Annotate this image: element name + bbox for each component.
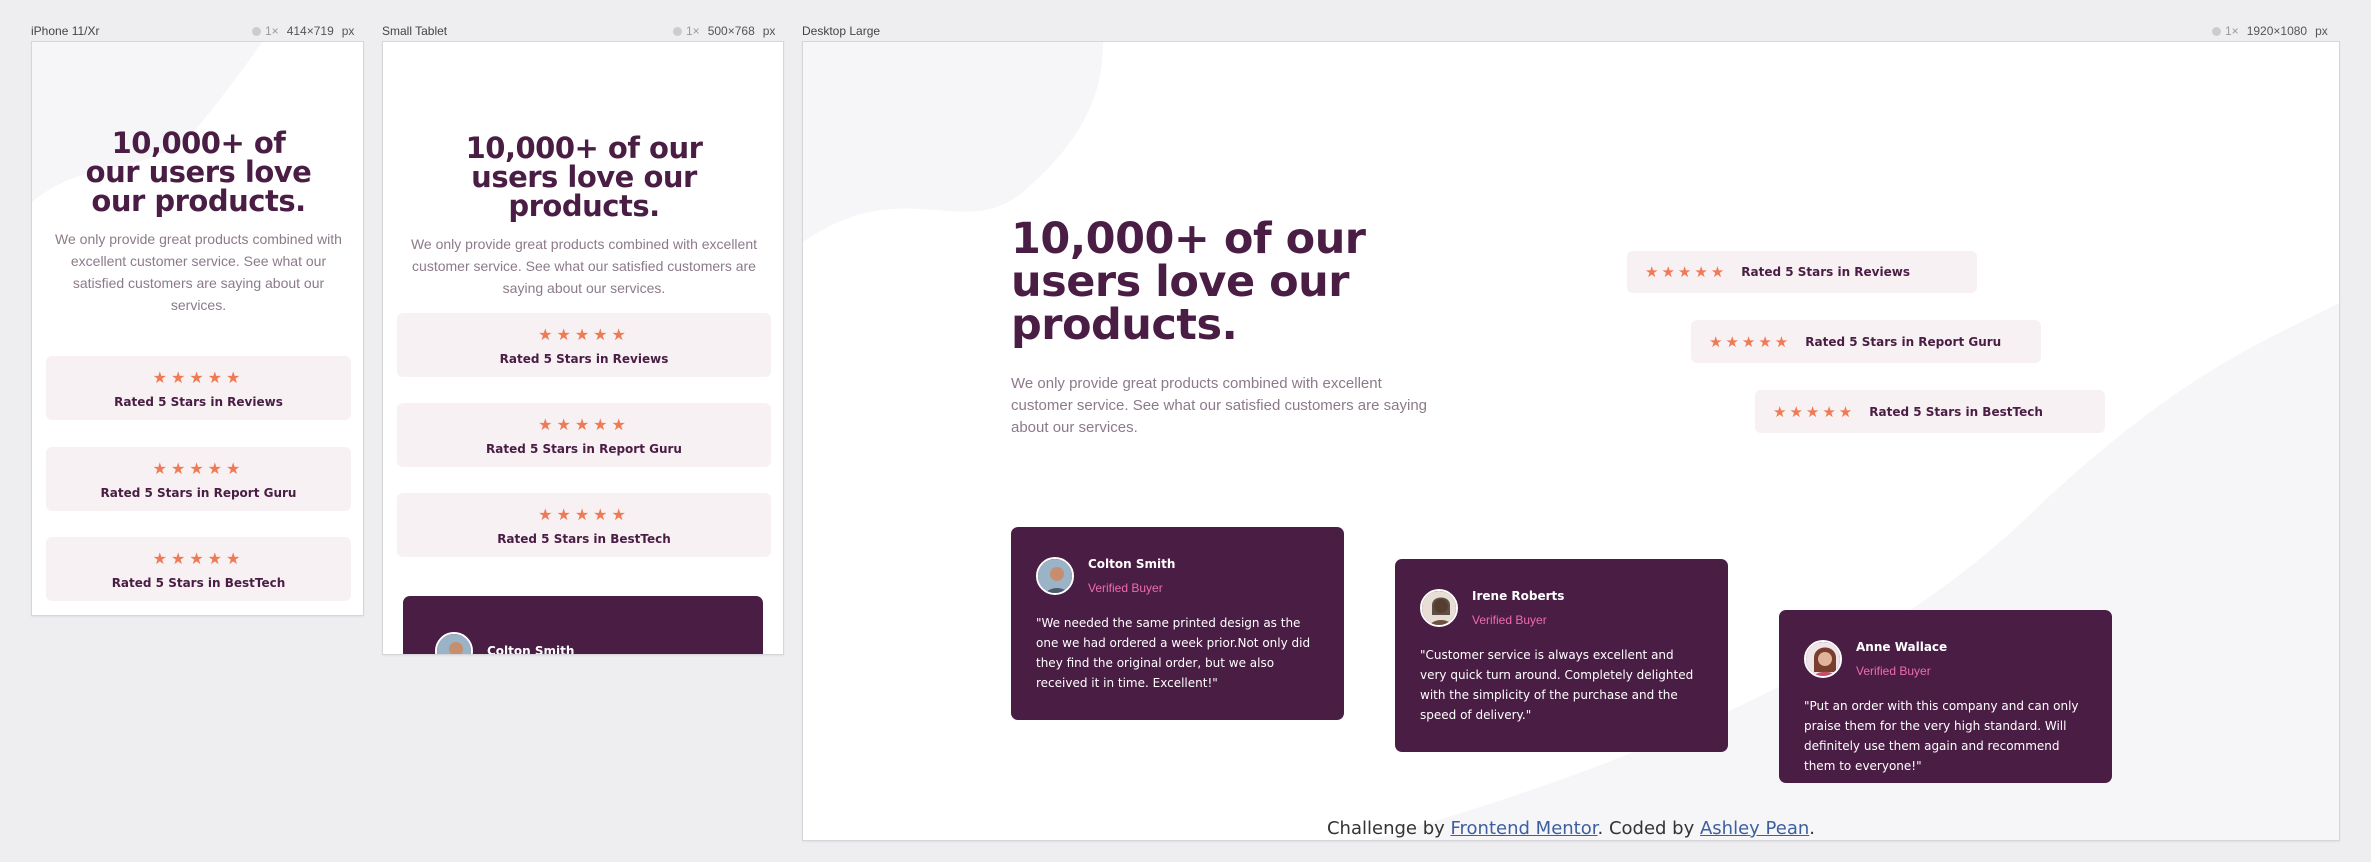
zoom-indicator: 1× <box>673 24 700 38</box>
star-icon: ★★★★★ <box>1773 402 1856 421</box>
testimonial-card: Colton Smith Verified Buyer "We needed t… <box>1011 527 1344 720</box>
hero: 10,000+ of our users love our products. … <box>383 131 783 299</box>
testimonial-name: Irene Roberts <box>1472 589 1565 603</box>
author-link[interactable]: Ashley Pean <box>1700 818 1809 839</box>
frame-meta-desktop: 1× 1920×1080 px <box>2212 23 2328 39</box>
testimonial-author: Anne Wallace Verified Buyer <box>1804 640 2087 678</box>
hero: 10,000+ of our users love our products. … <box>1011 218 1441 439</box>
testimonial-quote: "Customer service is always excellent an… <box>1420 648 1694 722</box>
frame-label-desktop: Desktop Large <box>802 24 881 38</box>
avatar <box>1804 640 1842 678</box>
hero: 10,000+ of our users love our products. … <box>32 126 363 316</box>
frame-size-unit: px <box>341 24 355 38</box>
rating-card: ★★★★★ Rated 5 Stars in Reviews <box>46 356 351 420</box>
rating-card: ★★★★★ Rated 5 Stars in Report Guru <box>397 403 771 467</box>
rating-card: ★★★★★ Rated 5 Stars in Report Guru <box>46 447 351 511</box>
zoom-dot-icon <box>252 26 261 36</box>
page-description: We only provide great products combined … <box>55 231 342 313</box>
page-title: 10,000+ of our users love our products. <box>85 126 312 218</box>
phone-preview[interactable]: 10,000+ of our users love our products. … <box>31 41 364 616</box>
testimonial-author: Colton Smith <box>435 632 731 655</box>
attribution-middle: . Coded by <box>1597 818 1700 839</box>
testimonial-name: Anne Wallace <box>1856 640 1948 654</box>
frame-size-unit: px <box>762 24 776 38</box>
rating-card: ★★★★★ Rated 5 Stars in BestTech <box>397 493 771 557</box>
frame-meta-phone: 1× 414×719 px <box>252 23 354 39</box>
frame-meta-tablet: 1× 500×768 px <box>673 23 775 39</box>
zoom-indicator: 1× <box>2212 24 2239 38</box>
testimonial-name: Colton Smith <box>1088 557 1176 571</box>
star-icon: ★★★★★ <box>1645 263 1728 281</box>
testimonial-role: Verified Buyer <box>1856 664 1931 678</box>
frame-label-tablet: Small Tablet <box>382 24 448 38</box>
star-icon: ★★★★★ <box>1709 332 1792 351</box>
star-icon: ★★★★★ <box>152 367 245 387</box>
rating-label: Rated 5 Stars in BestTech <box>111 575 286 590</box>
zoom-indicator: 1× <box>252 24 279 38</box>
zoom-dot-icon <box>673 26 682 36</box>
rating-label: Rated 5 Stars in Report Guru <box>100 485 297 500</box>
rating-label: Rated 5 Stars in Reviews <box>114 394 283 409</box>
star-icon: ★★★★★ <box>152 458 245 478</box>
avatar <box>1036 557 1074 595</box>
attribution: Challenge by Frontend Mentor. Coded by A… <box>802 818 2340 839</box>
testimonial-card: Colton Smith <box>403 596 763 655</box>
testimonial-quote: "Put an order with this company and can … <box>1804 699 2079 773</box>
tablet-preview[interactable]: 10,000+ of our users love our products. … <box>382 41 784 655</box>
testimonial-author: Colton Smith Verified Buyer <box>1036 557 1319 595</box>
frame-size: 500×768 <box>707 24 755 38</box>
attribution-prefix: Challenge by <box>1326 818 1451 839</box>
frame-size: 414×719 <box>286 24 334 38</box>
frame-size-unit: px <box>2315 24 2328 38</box>
rating-label: Rated 5 Stars in Reviews <box>499 351 669 366</box>
avatar <box>1420 589 1458 627</box>
rating-card: ★★★★★ Rated 5 Stars in BestTech <box>1755 390 2105 433</box>
avatar-photo <box>1038 559 1072 593</box>
testimonial-card: Anne Wallace Verified Buyer "Put an orde… <box>1779 610 2112 783</box>
rating-label: Rated 5 Stars in BestTech <box>497 531 671 546</box>
avatar-photo <box>437 634 471 654</box>
page-title: 10,000+ of our users love our products. <box>1011 214 1366 350</box>
attribution-suffix: . <box>1809 818 1815 839</box>
rating-label: Rated 5 Stars in Report Guru <box>486 441 682 456</box>
testimonial-role: Verified Buyer <box>1472 613 1547 627</box>
rating-card: ★★★★★ Rated 5 Stars in Reviews <box>1627 251 1977 293</box>
desktop-preview[interactable]: 10,000+ of our users love our products. … <box>802 41 2340 841</box>
avatar-photo <box>1806 642 1840 676</box>
avatar <box>435 632 473 654</box>
rating-card: ★★★★★ Rated 5 Stars in Reviews <box>397 313 771 377</box>
rating-card: ★★★★★ Rated 5 Stars in Report Guru <box>1691 320 2041 363</box>
rating-card: ★★★★★ Rated 5 Stars in BestTech <box>46 537 351 601</box>
page-title: 10,000+ of our users love our products. <box>465 131 703 223</box>
star-icon: ★★★★★ <box>538 414 630 434</box>
rating-label: Rated 5 Stars in Report Guru <box>1805 334 2002 349</box>
testimonial-role: Verified Buyer <box>1088 581 1163 595</box>
frame-label-phone: iPhone 11/Xr <box>31 24 100 38</box>
testimonial-name: Colton Smith <box>487 644 575 655</box>
zoom-dot-icon <box>2212 26 2221 36</box>
rating-label: Rated 5 Stars in BestTech <box>1869 404 2043 419</box>
avatar-photo <box>1422 591 1456 625</box>
page-description: We only provide great products combined … <box>410 236 758 296</box>
star-icon: ★★★★★ <box>152 548 245 568</box>
frame-size: 1920×1080 <box>2246 24 2308 38</box>
frontend-mentor-link[interactable]: Frontend Mentor <box>1451 818 1598 839</box>
testimonial-author: Irene Roberts Verified Buyer <box>1420 589 1703 627</box>
rating-label: Rated 5 Stars in Reviews <box>1741 265 1910 279</box>
star-icon: ★★★★★ <box>538 504 630 524</box>
testimonial-quote: "We needed the same printed design as th… <box>1036 616 1311 690</box>
star-icon: ★★★★★ <box>538 324 630 344</box>
testimonial-card: Irene Roberts Verified Buyer "Customer s… <box>1395 559 1728 752</box>
page-description: We only provide great products combined … <box>1011 375 1428 436</box>
